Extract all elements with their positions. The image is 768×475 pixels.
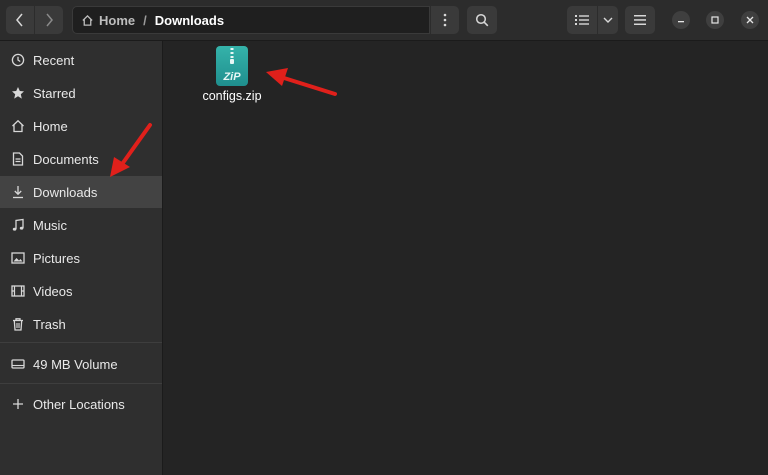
path-home-label: Home	[99, 12, 136, 28]
sidebar-item-label: Starred	[33, 85, 76, 101]
sidebar-item-label: Pictures	[33, 250, 80, 266]
star-icon	[11, 86, 25, 100]
sidebar-item-volume[interactable]: 49 MB Volume	[0, 348, 162, 380]
sidebar-item-music[interactable]: Music	[0, 209, 162, 241]
zip-icon-text: ZiP	[222, 71, 241, 83]
view-options-dropdown[interactable]	[598, 6, 618, 34]
header-bar: Home / Downloads	[0, 0, 768, 41]
path-bar: Home / Downloads	[72, 6, 430, 34]
sidebar-item-label: Recent	[33, 52, 75, 68]
minimize-button[interactable]	[672, 11, 690, 29]
sidebar-item-other-locations[interactable]: Other Locations	[0, 388, 162, 420]
chevron-down-icon	[603, 17, 613, 23]
document-icon	[11, 152, 25, 166]
list-view-icon	[575, 15, 589, 25]
sidebar-divider	[0, 383, 162, 384]
view-mode-button[interactable]	[567, 6, 597, 34]
download-icon	[11, 185, 25, 199]
vertical-dots-icon	[443, 13, 447, 27]
hamburger-icon	[634, 15, 646, 25]
maximize-button[interactable]	[706, 11, 724, 29]
picture-icon	[11, 251, 25, 265]
close-button[interactable]	[741, 11, 759, 29]
search-button[interactable]	[467, 6, 497, 34]
sidebar-item-pictures[interactable]: Pictures	[0, 242, 162, 274]
close-icon	[746, 16, 754, 24]
search-icon	[475, 13, 489, 27]
path-separator: /	[143, 12, 147, 28]
main-menu-button[interactable]	[625, 6, 655, 34]
file-item[interactable]: ZiP configs.zip	[199, 46, 265, 106]
sidebar-item-label: Other Locations	[33, 396, 125, 412]
file-manager-window: Home / Downloads Recent Starred Home Doc…	[0, 0, 768, 475]
forward-button[interactable]	[35, 6, 63, 34]
sidebar-item-starred[interactable]: Starred	[0, 77, 162, 109]
chevron-left-icon	[16, 13, 23, 27]
sidebar: Recent Starred Home Documents Downloads	[0, 41, 163, 475]
clock-icon	[11, 53, 25, 67]
maximize-icon	[711, 16, 719, 24]
home-icon	[11, 119, 25, 133]
sidebar-item-recent[interactable]: Recent	[0, 44, 162, 76]
chevron-right-icon	[46, 13, 53, 27]
sidebar-item-label: Home	[33, 118, 68, 134]
drive-icon	[11, 357, 25, 371]
trash-icon	[11, 317, 25, 331]
sidebar-item-label: Videos	[33, 283, 73, 299]
annotation-arrow	[266, 68, 337, 96]
film-icon	[11, 284, 25, 298]
music-note-icon	[11, 218, 25, 232]
sidebar-item-label: Downloads	[33, 184, 98, 200]
path-menu-button[interactable]	[431, 6, 459, 34]
back-button[interactable]	[6, 6, 34, 34]
sidebar-item-label: 49 MB Volume	[33, 356, 118, 372]
sidebar-item-videos[interactable]: Videos	[0, 275, 162, 307]
sidebar-item-label: Trash	[33, 316, 66, 332]
sidebar-divider	[0, 342, 162, 343]
plus-icon	[11, 397, 25, 411]
path-home-segment[interactable]: Home	[73, 13, 135, 28]
sidebar-item-trash[interactable]: Trash	[0, 308, 162, 340]
home-icon	[82, 14, 93, 26]
minimize-icon	[678, 21, 684, 23]
file-view[interactable]: ZiP configs.zip	[163, 41, 768, 475]
zip-archive-icon: ZiP	[216, 46, 248, 86]
sidebar-item-label: Documents	[33, 151, 99, 167]
annotation-arrow	[110, 123, 152, 177]
sidebar-item-label: Music	[33, 217, 67, 233]
file-name: configs.zip	[202, 89, 262, 103]
path-current-segment[interactable]: Downloads	[155, 13, 224, 28]
